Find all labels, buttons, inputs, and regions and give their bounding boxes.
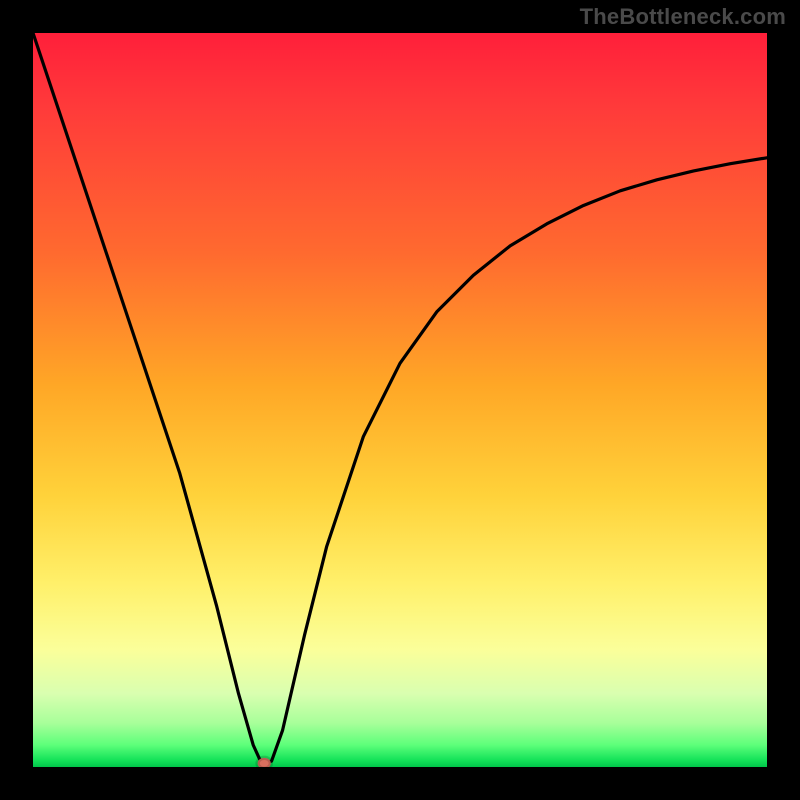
minimum-marker [258, 758, 271, 767]
watermark-text: TheBottleneck.com [580, 4, 786, 30]
chart-frame: TheBottleneck.com [0, 0, 800, 800]
marker-layer [33, 33, 767, 767]
plot-area [33, 33, 767, 767]
